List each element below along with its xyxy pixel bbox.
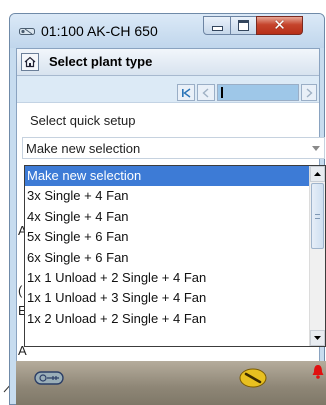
dropdown-option[interactable]: 6x Single + 6 Fan bbox=[25, 248, 311, 268]
status-bar bbox=[16, 361, 326, 405]
scroll-down-button[interactable] bbox=[310, 330, 325, 346]
scroll-down-icon bbox=[314, 336, 321, 340]
scroll-grip-icon bbox=[315, 214, 320, 219]
previous-page-button[interactable] bbox=[197, 84, 215, 101]
dropdown-scrollbar[interactable] bbox=[309, 166, 325, 346]
scroll-up-button[interactable] bbox=[310, 166, 325, 182]
text-cursor bbox=[221, 87, 223, 98]
maximize-icon bbox=[238, 20, 249, 31]
window-title: 01:100 AK-CH 650 bbox=[41, 23, 158, 39]
scroll-up-icon bbox=[314, 172, 321, 176]
page-header: Select plant type bbox=[17, 49, 319, 76]
quick-setup-label: Select quick setup bbox=[30, 113, 136, 128]
app-icon bbox=[19, 28, 35, 35]
quick-setup-value: Make new selection bbox=[26, 141, 141, 156]
chevron-right-icon bbox=[306, 87, 313, 98]
dropdown-options: Make new selection 3x Single + 4 Fan 4x Si… bbox=[25, 166, 311, 329]
alarm-bell-icon[interactable] bbox=[312, 364, 324, 380]
service-tool-icon[interactable] bbox=[34, 370, 64, 386]
maximize-button[interactable] bbox=[230, 16, 257, 35]
navigation-bar bbox=[17, 76, 319, 103]
quick-setup-select[interactable]: Make new selection bbox=[22, 137, 325, 159]
dropdown-option[interactable]: Make new selection bbox=[25, 166, 311, 187]
obscured-row-edge: ( bbox=[18, 283, 23, 298]
skip-first-icon bbox=[182, 87, 191, 98]
title-bar[interactable]: 01:100 AK-CH 650 ✕ bbox=[10, 14, 324, 48]
dropdown-option[interactable]: 3x Single + 4 Fan bbox=[25, 186, 311, 206]
minimize-button[interactable] bbox=[203, 16, 231, 35]
close-button[interactable]: ✕ bbox=[256, 16, 303, 35]
dropdown-option[interactable]: 1x 2 Unload + 2 Single + 4 Fan bbox=[25, 309, 311, 329]
next-page-button[interactable] bbox=[301, 84, 317, 101]
page-title: Select plant type bbox=[49, 54, 153, 69]
scroll-thumb[interactable] bbox=[311, 183, 324, 249]
page-indicator[interactable] bbox=[217, 84, 299, 101]
home-button[interactable] bbox=[21, 53, 39, 71]
close-icon: ✕ bbox=[273, 17, 286, 34]
quick-setup-dropdown-list[interactable]: Make new selection 3x Single + 4 Fan 4x Si… bbox=[24, 165, 326, 347]
dropdown-option[interactable]: 4x Single + 4 Fan bbox=[25, 207, 311, 227]
dropdown-option[interactable]: 1x 1 Unload + 2 Single + 4 Fan bbox=[25, 268, 311, 288]
chevron-down-icon[interactable] bbox=[312, 146, 320, 151]
chevron-left-icon bbox=[202, 87, 209, 98]
first-page-button[interactable] bbox=[177, 84, 195, 101]
dropdown-option[interactable]: 1x 1 Unload + 3 Single + 4 Fan bbox=[25, 288, 311, 308]
dropdown-option[interactable]: 5x Single + 6 Fan bbox=[25, 227, 311, 247]
wrench-icon[interactable] bbox=[239, 368, 267, 388]
minimize-icon bbox=[211, 26, 223, 31]
home-icon bbox=[24, 56, 36, 68]
